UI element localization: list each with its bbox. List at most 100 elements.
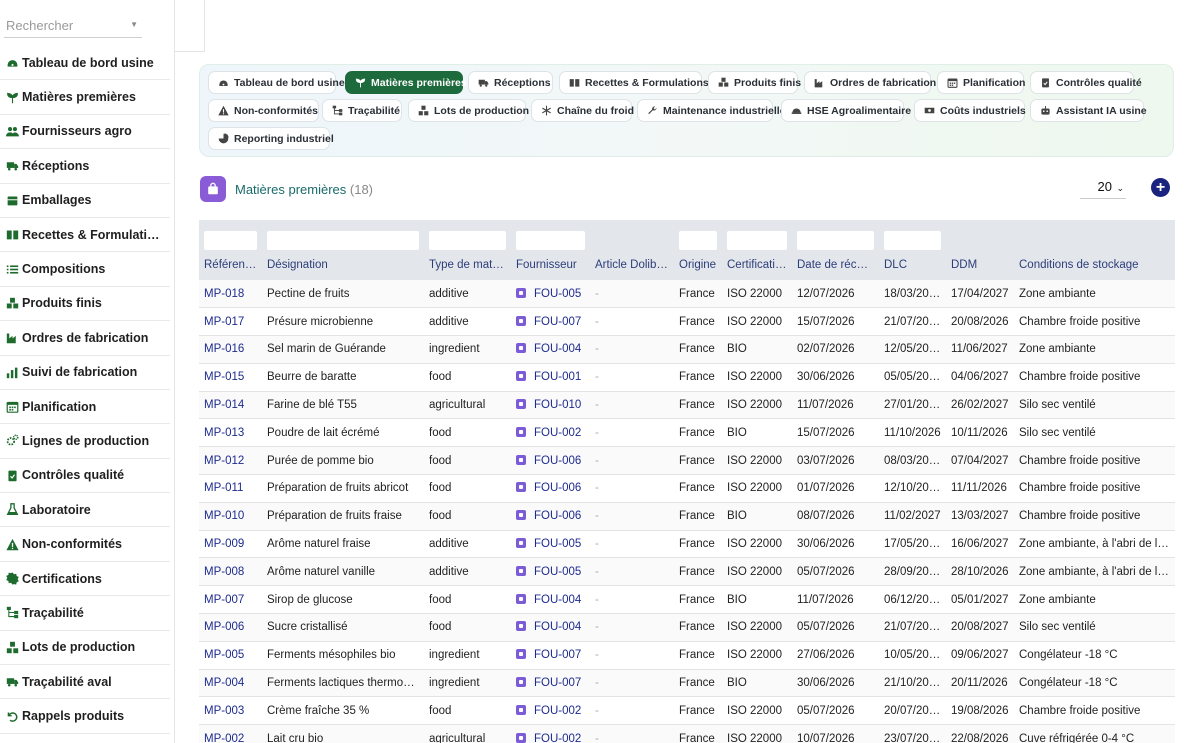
tab-chaine-du-froid[interactable]: Chaîne du froid xyxy=(531,99,634,122)
supplier-link[interactable]: FOU-007 xyxy=(511,308,590,336)
supplier-link[interactable]: FOU-004 xyxy=(511,614,590,642)
supplier-link[interactable]: FOU-002 xyxy=(511,419,590,447)
sidebar-item-compositions[interactable]: Compositions xyxy=(0,252,170,287)
tab-controles-qualite[interactable]: Contrôles qualité xyxy=(1030,71,1142,94)
reference-link[interactable]: MP-011 xyxy=(199,475,262,503)
tab-non-conformites[interactable]: Non-conformités xyxy=(208,99,319,122)
column-filter-input[interactable] xyxy=(204,231,257,250)
tab-lots-de-production[interactable]: Lots de production xyxy=(408,99,529,122)
search-input[interactable] xyxy=(4,14,124,36)
table-row[interactable]: MP-004 Ferments lactiques thermop… ingredi… xyxy=(199,669,1175,697)
tab-planification[interactable]: Planification xyxy=(937,71,1025,94)
supplier-link[interactable]: FOU-010 xyxy=(511,391,590,419)
sidebar-item-controles-qualite[interactable]: Contrôles qualité xyxy=(0,459,170,494)
reference-link[interactable]: MP-014 xyxy=(199,391,262,419)
supplier-link[interactable]: FOU-005 xyxy=(511,530,590,558)
column-header-ddm[interactable]: DDM xyxy=(946,250,1014,280)
supplier-link[interactable]: FOU-006 xyxy=(511,475,590,503)
column-header-conditions-de-stockage[interactable]: Conditions de stockage xyxy=(1014,250,1175,280)
reference-link[interactable]: MP-018 xyxy=(199,280,262,308)
column-header-designation[interactable]: Désignation xyxy=(262,250,424,280)
column-filter-input[interactable] xyxy=(679,231,717,250)
column-header-origine[interactable]: Origine xyxy=(674,250,722,280)
column-filter-input[interactable] xyxy=(797,231,874,250)
table-row[interactable]: MP-006 Sucre cristallisé food FOU-004- Franc… xyxy=(199,613,1175,642)
reference-link[interactable]: MP-007 xyxy=(199,586,262,614)
column-header-dlc[interactable]: DLC xyxy=(879,250,946,280)
table-row[interactable]: MP-011 Préparation de fruits abricot food F… xyxy=(199,475,1175,503)
search-box[interactable]: ▼ xyxy=(4,14,142,38)
supplier-link[interactable]: FOU-004 xyxy=(511,586,590,614)
table-row[interactable]: MP-007 Sirop de glucose food FOU-004- France… xyxy=(199,586,1175,614)
table-row[interactable]: MP-015 Beurre de baratte food FOU-001- Franc… xyxy=(199,363,1175,392)
column-filter-input[interactable] xyxy=(267,231,419,250)
sidebar-item-certifications[interactable]: Certifications xyxy=(0,562,170,597)
table-row[interactable]: MP-014 Farine de blé T55 agricultural FOU-0… xyxy=(199,391,1175,419)
supplier-link[interactable]: FOU-004 xyxy=(511,336,590,364)
table-row[interactable]: MP-005 Ferments mésophiles bio ingredient F… xyxy=(199,641,1175,670)
supplier-link[interactable]: FOU-002 xyxy=(511,725,590,743)
tab-reporting-industriel[interactable]: Reporting industriel xyxy=(208,127,334,150)
table-row[interactable]: MP-017 Présure microbienne additive FOU-007… xyxy=(199,308,1175,336)
column-header-reference[interactable]: Référence xyxy=(199,250,262,280)
sidebar-item-produits-finis[interactable]: Produits finis xyxy=(0,287,170,322)
tab-assistant-ia-usine[interactable]: Assistant IA usine xyxy=(1030,99,1147,122)
reference-link[interactable]: MP-012 xyxy=(199,447,262,475)
tab-matieres-premieres[interactable]: Matières premières xyxy=(345,71,467,94)
column-header-type-de-mati[interactable]: Type de mati… xyxy=(424,250,511,280)
table-row[interactable]: MP-009 Arôme naturel fraise additive FOU-00… xyxy=(199,530,1175,558)
supplier-link[interactable]: FOU-005 xyxy=(511,558,590,586)
reference-link[interactable]: MP-017 xyxy=(199,308,262,336)
reference-link[interactable]: MP-015 xyxy=(199,363,262,391)
supplier-link[interactable]: FOU-001 xyxy=(511,363,590,391)
table-row[interactable]: MP-018 Pectine de fruits additive FOU-005- F… xyxy=(199,280,1175,308)
table-row[interactable]: MP-002 Lait cru bio agricultural FOU-002 - Fr… xyxy=(199,724,1175,743)
reference-link[interactable]: MP-003 xyxy=(199,697,262,725)
sidebar-item-fournisseurs-agro[interactable]: Fournisseurs agro xyxy=(0,115,170,150)
reference-link[interactable]: MP-013 xyxy=(199,419,262,447)
column-header-date-de-rece[interactable]: Date de réce… xyxy=(792,250,879,280)
reference-link[interactable]: MP-005 xyxy=(199,641,262,669)
tab-tracabilite[interactable]: Traçabilité xyxy=(322,99,402,122)
supplier-link[interactable]: FOU-005 xyxy=(511,280,590,308)
column-filter-input[interactable] xyxy=(516,231,585,250)
add-button[interactable]: + xyxy=(1151,178,1170,197)
tab-hse-agroalimentaire[interactable]: HSE Agroalimentaire xyxy=(781,99,911,122)
sidebar-item-tableau-de-bord-usine[interactable]: Tableau de bord usine xyxy=(0,46,170,81)
sidebar-item-planification[interactable]: Planification xyxy=(0,390,170,425)
column-header-fournisseur[interactable]: Fournisseur xyxy=(511,250,590,280)
column-header-certification[interactable]: Certification xyxy=(722,250,792,280)
column-filter-input[interactable] xyxy=(727,231,787,250)
sidebar-item-suivi-de-fabrication[interactable]: Suivi de fabrication xyxy=(0,356,170,390)
chevron-down-icon[interactable]: ▼ xyxy=(130,20,138,29)
tab-recettes-formulations[interactable]: Recettes & Formulations xyxy=(559,71,709,94)
table-row[interactable]: MP-016 Sel marin de Guérande ingredient FOU… xyxy=(199,335,1175,364)
table-row[interactable]: MP-012 Purée de pomme bio food FOU-006- Fran… xyxy=(199,446,1175,475)
reference-link[interactable]: MP-016 xyxy=(199,336,262,364)
tab-ordres-de-fabrication[interactable]: Ordres de fabrication xyxy=(804,71,936,94)
supplier-link[interactable]: FOU-006 xyxy=(511,502,590,530)
table-row[interactable]: MP-010 Préparation de fruits fraise food FO… xyxy=(199,502,1175,531)
per-page-select[interactable]: 20 ⌄ xyxy=(1080,179,1126,199)
tab-receptions[interactable]: Réceptions xyxy=(468,71,553,94)
sidebar-item-tracabilite-aval[interactable]: Traçabilité aval xyxy=(0,665,170,700)
reference-link[interactable]: MP-008 xyxy=(199,558,262,586)
tab-maintenance-industrielle[interactable]: Maintenance industrielle xyxy=(637,99,786,122)
sidebar-item-ordres-de-fabrication[interactable]: Ordres de fabrication xyxy=(0,321,170,356)
sidebar-item-rappels-produits[interactable]: Rappels produits xyxy=(0,699,170,734)
sidebar-item-lots-de-production[interactable]: Lots de production xyxy=(0,631,170,666)
column-header-article-dolibarr[interactable]: Article Dolibarr xyxy=(590,250,674,280)
table-row[interactable]: MP-008 Arôme naturel vanille additive FOU-0… xyxy=(199,557,1175,586)
sidebar-item-laboratoire[interactable]: Laboratoire xyxy=(0,493,170,528)
reference-link[interactable]: MP-002 xyxy=(199,725,262,743)
sidebar-item-non-conformites[interactable]: Non-conformités xyxy=(0,527,170,562)
tab-produits-finis[interactable]: Produits finis xyxy=(708,71,801,94)
reference-link[interactable]: MP-006 xyxy=(199,614,262,642)
supplier-link[interactable]: FOU-007 xyxy=(511,669,590,697)
tab-couts-industriels[interactable]: Coûts industriels xyxy=(914,99,1026,122)
table-row[interactable]: MP-003 Crème fraîche 35 % food FOU-002- Fran… xyxy=(199,697,1175,725)
tab-tableau-de-bord-usine[interactable]: Tableau de bord usine xyxy=(208,71,345,94)
supplier-link[interactable]: FOU-007 xyxy=(511,641,590,669)
sidebar-item-tracabilite[interactable]: Traçabilité xyxy=(0,596,170,631)
reference-link[interactable]: MP-009 xyxy=(199,530,262,558)
